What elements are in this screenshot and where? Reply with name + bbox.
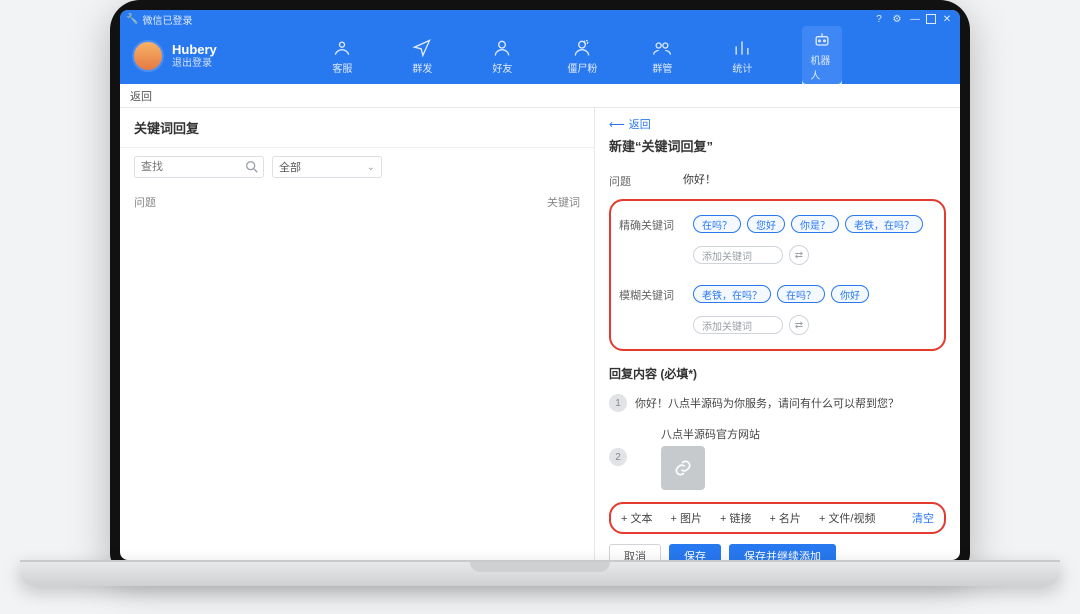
question-value: 你好！: [683, 171, 716, 187]
add-image-tool[interactable]: + 图片: [670, 510, 701, 526]
col-header-keyword: 关键词: [547, 194, 580, 210]
nav-label: 群管: [652, 60, 672, 75]
avatar[interactable]: [132, 40, 164, 72]
zombie-icon: [572, 38, 592, 58]
exact-label: 精确关键词: [619, 215, 681, 233]
fuzzy-tag[interactable]: 老铁，在吗？: [693, 285, 771, 303]
nav-cs[interactable]: 客服: [322, 38, 362, 75]
link-thumb[interactable]: [661, 446, 705, 490]
filter-select[interactable]: 全部 ⌄: [272, 156, 382, 178]
arrow-left-icon: ⟵: [609, 118, 625, 131]
question-label: 问题: [609, 171, 671, 189]
filter-select-value: 全部: [279, 159, 301, 175]
fuzzy-tag[interactable]: 你好: [831, 285, 869, 303]
titlebar-status: 微信已登录: [142, 12, 192, 27]
clear-tool[interactable]: 清空: [912, 510, 934, 526]
exact-tag[interactable]: 你是？: [791, 215, 839, 233]
help-icon[interactable]: ?: [872, 12, 886, 26]
link-icon: [673, 458, 693, 478]
nav-label: 好友: [492, 60, 512, 75]
editor-back-link[interactable]: ⟵ 返回: [609, 116, 946, 132]
nav-label: 僵尸粉: [567, 60, 597, 75]
reply-item-2: 2 八点半源码官方网站: [609, 418, 946, 496]
settings-icon[interactable]: ⚙: [890, 12, 904, 26]
nav-label: 群发: [412, 60, 432, 75]
editor-title: 新建“关键词回复”: [609, 136, 946, 155]
maximize-button[interactable]: [926, 14, 936, 24]
close-button[interactable]: ✕: [940, 12, 954, 26]
exact-add-input[interactable]: 添加关键词: [693, 246, 783, 264]
app-header: Hubery 退出登录 客服 群发 好友: [120, 28, 960, 84]
nav-group[interactable]: 群管: [642, 38, 682, 75]
footer-actions: 取消 保存 保存并继续添加: [609, 534, 946, 560]
user-icon: [492, 38, 512, 58]
reply-tools-row: + 文本 + 图片 + 链接 + 名片 + 文件/视频 清空: [609, 502, 946, 534]
nav-label: 客服: [332, 60, 352, 75]
reply-text-1: 你好！八点半源码为你服务，请问有什么可以帮到您？: [635, 395, 899, 411]
keywords-highlight-box: 精确关键词 在吗？ 您好 你是？ 老铁，在吗？ 添加关键词 ⇄: [609, 199, 946, 351]
col-header-question: 问题: [134, 194, 547, 210]
search-icon[interactable]: [244, 159, 260, 175]
headset-icon: [332, 38, 352, 58]
editor-back-label: 返回: [629, 116, 651, 132]
nav-stats[interactable]: 统计: [722, 38, 762, 75]
user-name: Hubery: [172, 43, 217, 57]
add-card-tool[interactable]: + 名片: [769, 510, 800, 526]
send-icon: [412, 38, 432, 58]
fuzzy-tag[interactable]: 在吗？: [777, 285, 825, 303]
robot-icon: [812, 30, 832, 50]
add-link-tool[interactable]: + 链接: [720, 510, 751, 526]
strip-back-link[interactable]: 返回: [130, 88, 152, 104]
save-continue-button[interactable]: 保存并继续添加: [729, 544, 836, 560]
main-nav: 客服 群发 好友 僵尸粉: [217, 28, 948, 84]
group-icon: [652, 38, 672, 58]
reply-item-1: 1 你好！八点半源码为你服务，请问有什么可以帮到您？: [609, 388, 946, 418]
swap-icon[interactable]: ⇄: [789, 245, 809, 265]
reply-badge-1: 1: [609, 394, 627, 412]
search-input-wrap: [134, 156, 264, 178]
stats-icon: [732, 38, 752, 58]
save-button[interactable]: 保存: [669, 544, 721, 560]
nav-label: 统计: [732, 60, 752, 75]
nav-mass[interactable]: 群发: [402, 38, 442, 75]
reply-section-title: 回复内容 (必填*): [609, 365, 946, 382]
add-text-tool[interactable]: + 文本: [621, 510, 652, 526]
fuzzy-add-input[interactable]: 添加关键词: [693, 316, 783, 334]
logout-link[interactable]: 退出登录: [172, 58, 217, 69]
minimize-button[interactable]: —: [908, 12, 922, 26]
cancel-button[interactable]: 取消: [609, 544, 661, 560]
nav-friends[interactable]: 好友: [482, 38, 522, 75]
chevron-down-icon: ⌄: [367, 162, 375, 173]
exact-tag[interactable]: 老铁，在吗？: [845, 215, 923, 233]
swap-icon[interactable]: ⇄: [789, 315, 809, 335]
reply-link-title: 八点半源码官方网站: [661, 426, 946, 442]
reply-badge-2: 2: [609, 448, 627, 466]
nav-robot[interactable]: 机器人: [802, 26, 842, 86]
panel-editor: ⟵ 返回 新建“关键词回复” 问题 你好！ 精确关键词 在吗？ 您好: [595, 108, 960, 560]
exact-tag[interactable]: 您好: [747, 215, 785, 233]
panel-keyword-list: 关键词回复 全部 ⌄ 问题 关键词: [120, 108, 595, 560]
left-title: 关键词回复: [120, 108, 594, 148]
nav-label: 机器人: [810, 52, 834, 82]
nav-zombie[interactable]: 僵尸粉: [562, 38, 602, 75]
add-file-tool[interactable]: + 文件/视频: [819, 510, 876, 526]
exact-tag[interactable]: 在吗？: [693, 215, 741, 233]
wrench-icon: 🔧: [126, 14, 138, 25]
fuzzy-label: 模糊关键词: [619, 285, 681, 303]
